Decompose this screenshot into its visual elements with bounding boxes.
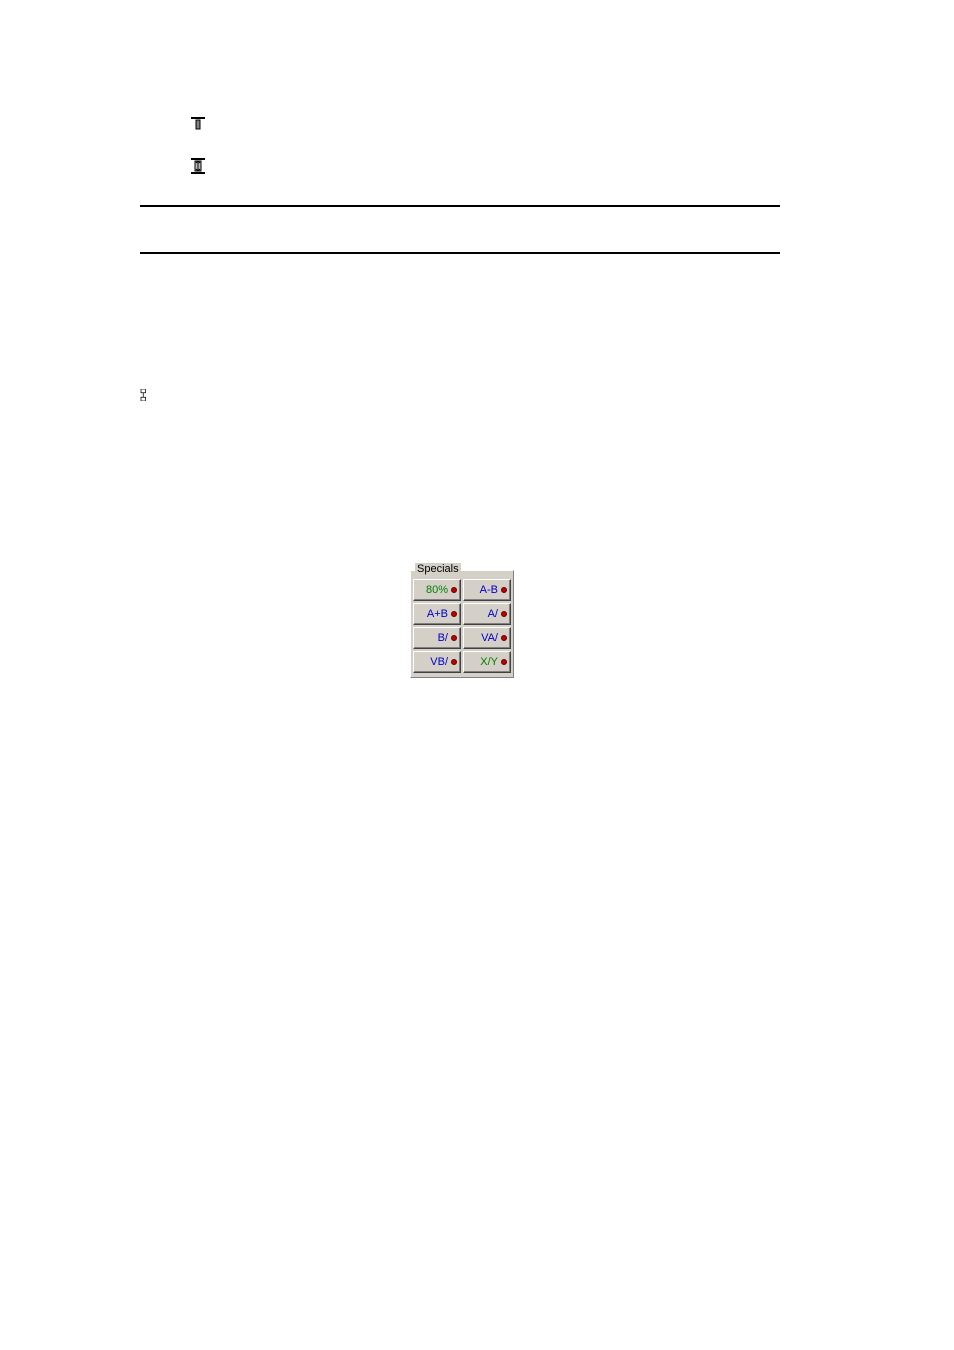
led-icon (501, 659, 507, 665)
led-icon (451, 659, 457, 665)
special-btn-label: VA/ (466, 632, 501, 644)
led-icon (451, 611, 457, 617)
special-btn-a-minus-b[interactable]: A-B (463, 579, 511, 601)
connector-icon (138, 388, 154, 404)
special-btn-label: A-B (466, 584, 501, 596)
led-icon (451, 635, 457, 641)
specials-grid: 80% A-B A+B A/ B/ VA/ (413, 579, 511, 673)
special-btn-b-slash[interactable]: B/ (413, 627, 461, 649)
special-btn-label: B/ (416, 632, 451, 644)
led-icon (501, 587, 507, 593)
special-btn-label: X/Y (466, 656, 501, 668)
special-btn-label: A+B (416, 608, 451, 620)
special-btn-label: VB/ (416, 656, 451, 668)
special-btn-80pct[interactable]: 80% (413, 579, 461, 601)
led-icon (501, 635, 507, 641)
special-btn-a-slash[interactable]: A/ (463, 603, 511, 625)
special-btn-label: A/ (466, 608, 501, 620)
divider-2 (140, 252, 780, 254)
special-btn-label: 80% (416, 584, 451, 596)
divider-1 (140, 205, 780, 207)
led-icon (501, 611, 507, 617)
special-btn-a-plus-b[interactable]: A+B (413, 603, 461, 625)
special-btn-x-over-y[interactable]: X/Y (463, 651, 511, 673)
led-icon (451, 587, 457, 593)
special-btn-va-slash[interactable]: VA/ (463, 627, 511, 649)
stretch-vertical-icon (190, 158, 206, 174)
specials-panel: Specials 80% A-B A+B A/ B/ (410, 570, 514, 678)
align-top-icon (190, 116, 206, 132)
special-btn-vb-slash[interactable]: VB/ (413, 651, 461, 673)
specials-title: Specials (415, 563, 461, 575)
